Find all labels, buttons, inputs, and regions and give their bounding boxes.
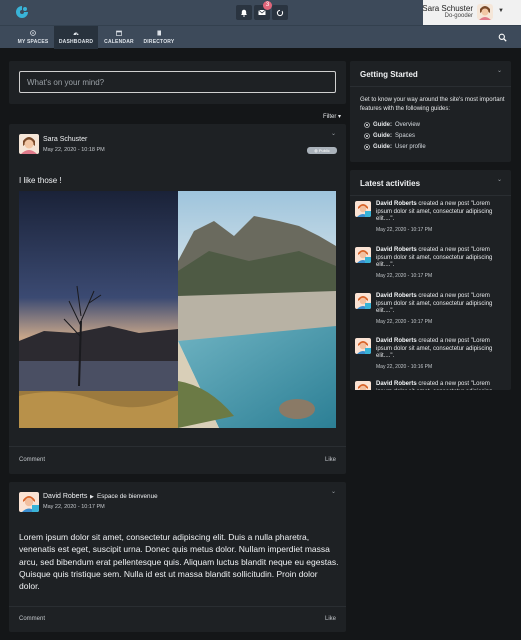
guide-prefix: Guide:	[373, 133, 392, 139]
activity-text: David Roberts created a new post "Lorem …	[376, 293, 504, 316]
logo-icon[interactable]	[15, 5, 29, 19]
visibility-label: Public	[318, 148, 330, 153]
activity-date: May 22, 2020 - 10:17 PM	[376, 273, 433, 279]
play-circle-icon	[364, 144, 370, 150]
panel-title: Getting Started	[360, 70, 418, 79]
activity-item[interactable]: David Roberts created a new post "Lorem …	[355, 381, 507, 390]
guide-prefix: Guide:	[373, 144, 392, 150]
user-name: Sara Schuster	[422, 4, 473, 13]
post-composer: What's on your mind?	[9, 61, 346, 104]
panel-intro-text: Get to know your way around the site's m…	[360, 97, 505, 112]
post-date[interactable]: May 22, 2020 - 10:18 PM	[43, 147, 105, 153]
post-author[interactable]: Sara Schuster	[43, 136, 87, 143]
avatar	[355, 293, 371, 309]
guide-prefix: Guide:	[373, 122, 392, 128]
guide-link-overview[interactable]: Guide: Overview	[364, 122, 420, 128]
chevron-down-icon[interactable]: ▼	[498, 8, 504, 14]
avatar	[355, 201, 371, 217]
filter-label: Filter	[323, 114, 337, 120]
avatar[interactable]	[19, 492, 39, 512]
post-footer: Comment Like	[9, 606, 346, 632]
panel-title: Latest activities	[360, 179, 421, 188]
activity-text: David Roberts created a new post "Lorem …	[376, 338, 504, 361]
post-image[interactable]	[19, 191, 336, 428]
guide-label[interactable]: User profile	[395, 144, 426, 150]
avatar	[355, 247, 371, 263]
nav-calendar[interactable]: CALENDAR	[101, 26, 137, 49]
activity-text: David Roberts created a new post "Lorem …	[376, 201, 504, 224]
activity-actor: David Roberts	[376, 247, 417, 253]
activity-item[interactable]: David Roberts created a new post "Lorem …	[355, 338, 507, 378]
comment-link[interactable]: Comment	[19, 616, 45, 622]
play-circle-icon	[364, 122, 370, 128]
activity-item[interactable]: David Roberts created a new post "Lorem …	[355, 247, 507, 287]
activity-item[interactable]: David Roberts created a new post "Lorem …	[355, 293, 507, 333]
post-menu-chevron-icon[interactable]: ⌄	[331, 488, 336, 495]
post-date[interactable]: May 22, 2020 - 10:17 PM	[43, 504, 105, 510]
post-text: I like those !	[19, 176, 62, 185]
visibility-badge: ◍ Public	[307, 147, 337, 154]
divider	[350, 86, 511, 87]
nav-dashboard[interactable]: DASHBOARD	[54, 26, 98, 49]
activity-text: David Roberts created a new post "Lorem …	[376, 381, 504, 390]
like-link[interactable]: Like	[325, 457, 336, 463]
latest-activities-panel: Latest activities ⌄ David Roberts create…	[350, 170, 511, 390]
guide-link-spaces[interactable]: Guide: Spaces	[364, 133, 415, 139]
like-link[interactable]: Like	[325, 616, 336, 622]
activity-actor: David Roberts	[376, 293, 417, 299]
panel-collapse-chevron-icon[interactable]: ⌄	[497, 67, 502, 74]
nav-label: CALENDAR	[104, 39, 134, 45]
avatar	[355, 338, 371, 354]
whats-on-your-mind-input[interactable]: What's on your mind?	[19, 71, 336, 93]
notifications-bell-icon[interactable]	[236, 5, 252, 20]
guide-link-user-profile[interactable]: Guide: User profile	[364, 144, 426, 150]
activity-actor: David Roberts	[376, 381, 417, 387]
nav-directory[interactable]: DIRECTORY	[139, 26, 179, 49]
divider	[350, 195, 511, 196]
top-bar: 3 Sara Schuster Do-gooder ▼	[0, 0, 521, 25]
nav-label: MY SPACES	[17, 39, 49, 45]
avatar	[355, 381, 371, 390]
caret-right-icon: ▶	[90, 494, 94, 500]
nav-my-spaces[interactable]: MY SPACES	[13, 26, 53, 49]
post-text: Lorem ipsum dolor sit amet, consectetur …	[19, 532, 339, 592]
comment-link[interactable]: Comment	[19, 457, 45, 463]
stream-filter-button[interactable]: Filter ▾	[323, 113, 341, 120]
main-navigation: MY SPACES DASHBOARD CALENDAR DIRECTORY	[0, 25, 521, 49]
activity-actor: David Roberts	[376, 201, 417, 207]
user-menu[interactable]: Sara Schuster Do-gooder ▼	[422, 0, 521, 25]
stream-post: David Roberts ▶ Espace de bienvenue May …	[9, 482, 346, 632]
dashboard-icon	[73, 32, 79, 36]
play-circle-icon	[364, 133, 370, 139]
user-subtitle: Do-gooder	[444, 13, 473, 19]
avatar[interactable]	[19, 134, 39, 154]
activity-actor: David Roberts	[376, 338, 417, 344]
post-footer: Comment Like	[9, 446, 346, 474]
activity-date: May 22, 2020 - 10:16 PM	[376, 364, 433, 370]
globe-icon: ◍	[314, 148, 318, 153]
panel-collapse-chevron-icon[interactable]: ⌄	[497, 176, 502, 183]
search-icon[interactable]	[498, 33, 507, 42]
spaces-icon	[30, 30, 36, 36]
guide-label[interactable]: Spaces	[395, 133, 415, 139]
refresh-icon[interactable]	[272, 5, 288, 20]
activity-text: David Roberts created a new post "Lorem …	[376, 247, 504, 270]
post-menu-chevron-icon[interactable]: ⌄	[331, 130, 336, 137]
nav-label: DIRECTORY	[143, 39, 175, 45]
stream-post: Sara Schuster May 22, 2020 - 10:18 PM ⌄ …	[9, 124, 346, 474]
messages-count-badge: 3	[263, 1, 272, 10]
directory-book-icon	[157, 30, 161, 36]
avatar[interactable]	[477, 4, 493, 20]
calendar-icon	[116, 30, 122, 36]
nav-label: DASHBOARD	[58, 39, 94, 45]
guide-label[interactable]: Overview	[395, 122, 420, 128]
activity-date: May 22, 2020 - 10:17 PM	[376, 319, 433, 325]
post-author[interactable]: David Roberts	[43, 493, 87, 500]
activity-item[interactable]: David Roberts created a new post "Lorem …	[355, 201, 507, 241]
post-space-link[interactable]: Espace de bienvenue	[97, 493, 158, 500]
caret-down-icon: ▾	[338, 114, 342, 120]
getting-started-panel: Getting Started ⌄ Get to know your way a…	[350, 61, 511, 162]
activity-date: May 22, 2020 - 10:17 PM	[376, 227, 433, 233]
